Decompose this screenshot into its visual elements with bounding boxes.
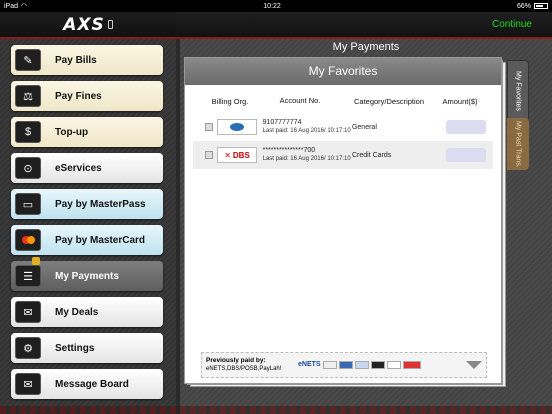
table-header: Billing Org. Account No. Category/Descri… [185, 89, 501, 113]
tab-label: My Past Trans. [514, 120, 522, 168]
device-name: iPad [4, 2, 19, 10]
battery-icon [533, 3, 548, 9]
lock-icon [32, 257, 40, 265]
table-row: ✕ DBS ***************700 Last paid: 16 Au… [193, 141, 493, 169]
wifi-icon: ◠ [21, 3, 28, 10]
table-row: 9107777774 Last paid: 16 Aug 2016/ 10:17… [193, 113, 493, 141]
sidebar: AXS ✎ Pay Bills ⚖ Pay Fines $ Top-up ⊙ e… [0, 12, 176, 414]
deals-icon: ✉ [15, 301, 41, 323]
axs-logo: AXS [63, 14, 105, 35]
bottom-strip [0, 406, 552, 414]
masterpass-icon: ▭ [15, 193, 41, 215]
previously-paid-label: Previously paid by: [206, 357, 266, 364]
col-amount: Amount($) [442, 96, 478, 106]
card-logo-icon [354, 361, 369, 369]
previous-payment-bar[interactable]: Previously paid by: eNETS,DBS/POSB,PayLa… [201, 352, 487, 378]
page-title: My Payments [332, 41, 400, 53]
sidebar-item-my-deals[interactable]: ✉ My Deals [11, 297, 163, 327]
card-title: My Favorites [185, 58, 501, 85]
last-paid: Last paid: 16 Aug 2016/ 10:17:10 [262, 156, 351, 162]
phone-icon [107, 20, 113, 29]
sidebar-item-pay-bills[interactable]: ✎ Pay Bills [11, 45, 163, 75]
payment-logos: eNETS [298, 361, 421, 369]
row-checkbox[interactable] [205, 151, 213, 159]
account-number: ***************700 [262, 147, 316, 154]
battery-percent: 66% [516, 2, 531, 10]
sidebar-item-eservices[interactable]: ⊙ eServices [11, 153, 163, 183]
main-header: Continue [176, 12, 552, 39]
amount-input[interactable] [446, 120, 487, 134]
account-number: 9107777774 [262, 119, 302, 126]
paylah-logo-icon [402, 361, 421, 369]
eservices-icon: ⊙ [15, 157, 41, 179]
mastercard-icon [15, 229, 41, 251]
my-payments-icon: ☰ [15, 265, 41, 287]
sidebar-item-pay-by-mastercard[interactable]: Pay by MasterCard [11, 225, 163, 255]
enets-logo: eNETS [298, 361, 321, 368]
sidebar-item-label: Pay Fines [55, 90, 102, 102]
sidebar-item-pay-fines[interactable]: ⚖ Pay Fines [11, 81, 163, 111]
sidebar-menu: ✎ Pay Bills ⚖ Pay Fines $ Top-up ⊙ eServ… [0, 39, 176, 399]
col-billing-org: Billing Org. [211, 96, 249, 106]
sidebar-item-label: eServices [55, 162, 102, 174]
sidebar-item-label: Pay by MasterPass [55, 198, 146, 210]
sidebar-item-label: Top-up [55, 126, 89, 138]
card-logo-icon [386, 361, 401, 369]
sidebar-item-label: Settings [55, 342, 95, 354]
dollar-icon: $ [15, 121, 41, 143]
category: Credit Cards [351, 151, 392, 159]
clock: 10:22 [263, 2, 281, 10]
sidebar-item-settings[interactable]: ⚙ Settings [11, 333, 163, 363]
card-logo-icon [370, 361, 385, 369]
sidebar-item-label: Message Board [55, 378, 129, 390]
row-checkbox[interactable] [205, 123, 213, 131]
continue-button[interactable]: Continue [492, 19, 532, 30]
dropdown-arrow-icon[interactable] [466, 361, 482, 369]
sidebar-item-pay-by-masterpass[interactable]: ▭ Pay by MasterPass [11, 189, 163, 219]
sidebar-item-message-board[interactable]: ✉ Message Board [11, 369, 163, 399]
sidebar-header: AXS [0, 12, 176, 39]
col-account-no: Account No. [279, 96, 321, 105]
tab-my-past-trans[interactable]: My Past Trans. [507, 118, 529, 170]
category: General [351, 123, 377, 131]
last-paid: Last paid: 16 Aug 2016/ 10:17:10 [262, 128, 351, 134]
standard-chartered-logo [217, 119, 257, 135]
sidebar-item-label: Pay by MasterCard [55, 234, 146, 246]
favorites-card: My Favorites Billing Org. Account No. Ca… [184, 57, 502, 384]
dbs-logo: ✕ DBS [217, 147, 257, 163]
bill-icon: ✎ [15, 49, 41, 71]
gavel-icon: ⚖ [15, 85, 41, 107]
status-bar: iPad ◠ 10:22 66% [0, 0, 552, 12]
tab-my-favorites[interactable]: My Favorites [507, 60, 529, 122]
payment-methods: eNETS,DBS/POSB,PayLah! [206, 366, 282, 372]
envelope-icon: ✉ [15, 373, 41, 395]
gear-icon: ⚙ [15, 337, 41, 359]
card-logo-icon [322, 361, 337, 369]
sidebar-item-label: My Payments [55, 270, 119, 282]
sidebar-item-my-payments[interactable]: ☰ My Payments [11, 257, 163, 291]
sidebar-item-top-up[interactable]: $ Top-up [11, 117, 163, 147]
sidebar-item-label: My Deals [55, 306, 99, 318]
card-logo-icon [338, 361, 353, 369]
amount-input[interactable] [446, 148, 487, 162]
tab-label: My Favorites [514, 70, 522, 112]
col-category: Category/Description [353, 96, 425, 106]
sidebar-item-label: Pay Bills [55, 54, 97, 66]
